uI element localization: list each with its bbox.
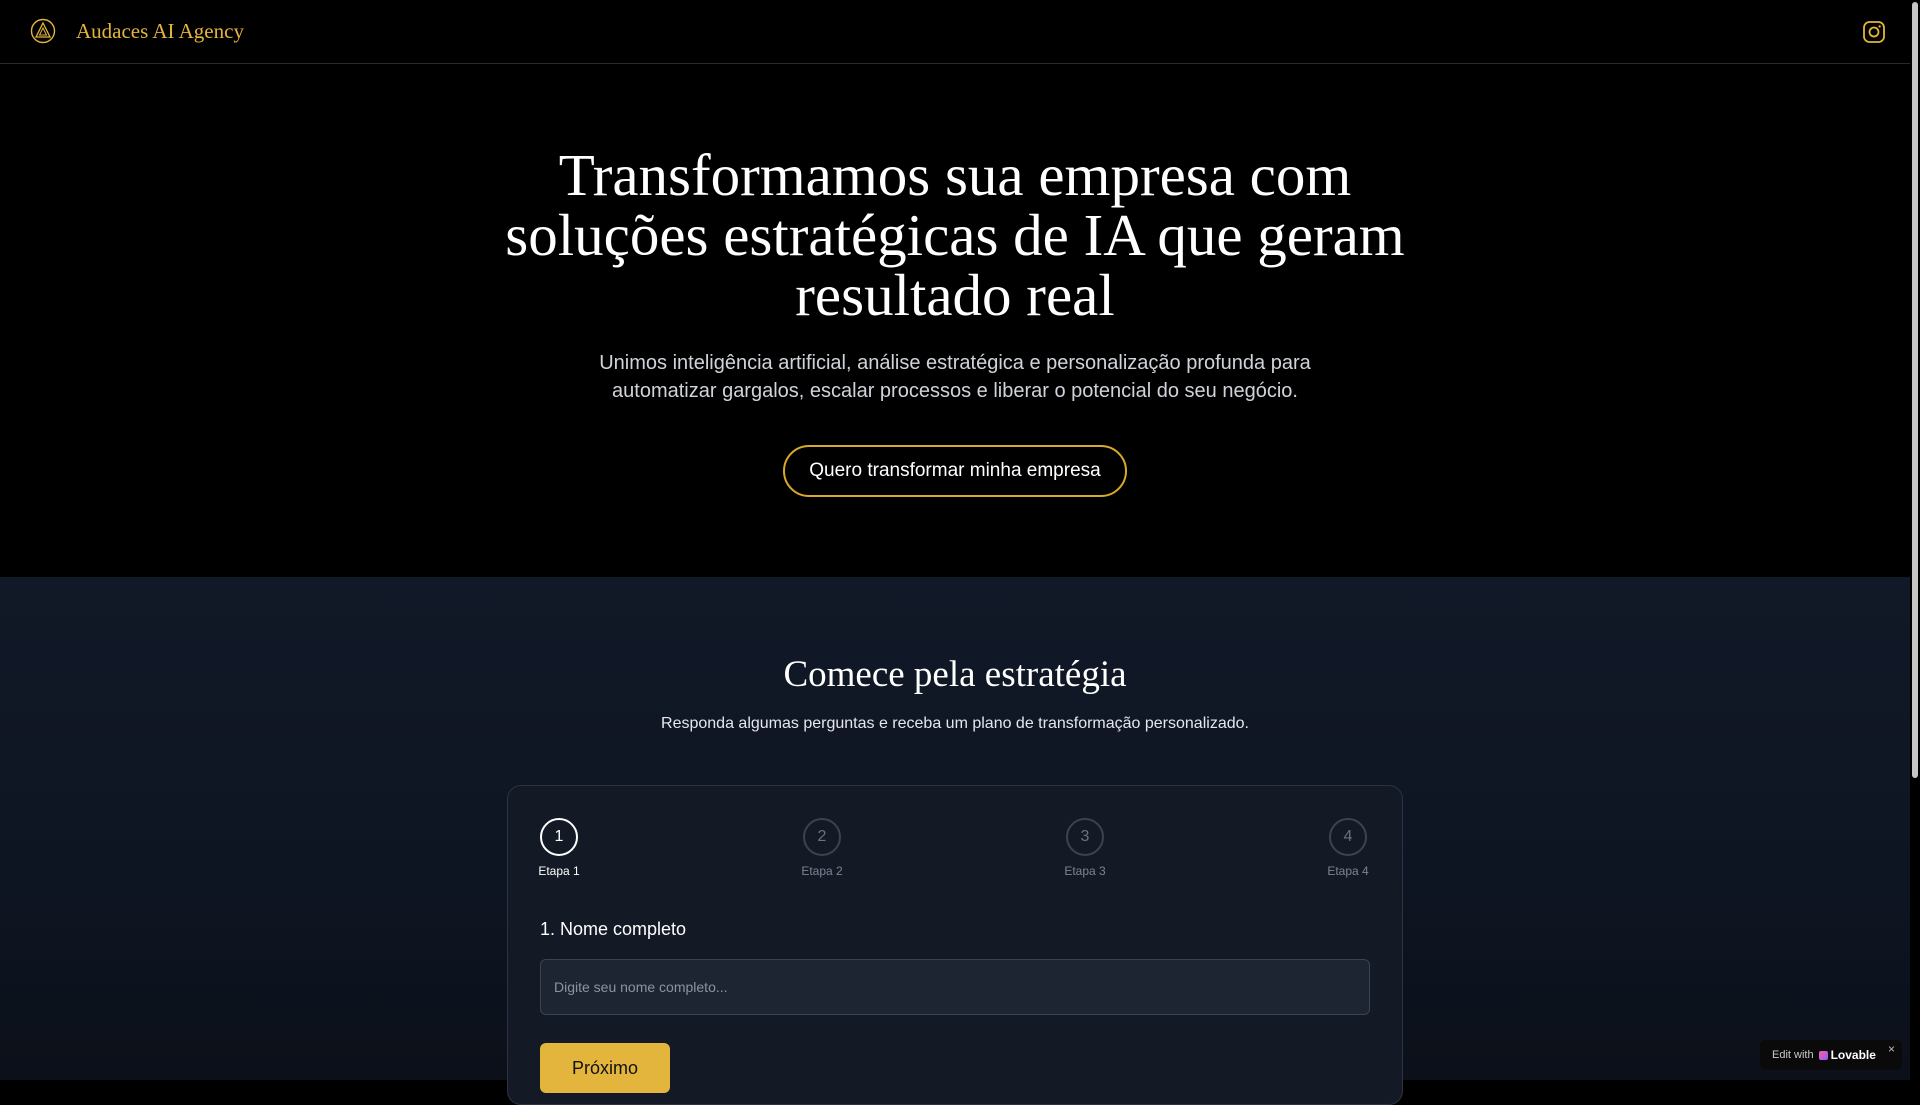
strategy-section: Comece pela estratégia Responda algumas … [0, 577, 1910, 1105]
step-4-label: Etapa 4 [1327, 864, 1369, 878]
step-1-circle[interactable]: 1 [540, 818, 578, 856]
vertical-scrollbar[interactable] [1910, 0, 1920, 1080]
scrollbar-thumb[interactable] [1912, 2, 1918, 778]
close-icon[interactable]: × [1888, 1042, 1895, 1056]
step-1[interactable]: 1 Etapa 1 [529, 818, 589, 878]
step-4-circle[interactable]: 4 [1329, 818, 1367, 856]
brand-name[interactable]: Audaces AI Agency [76, 19, 244, 44]
next-button[interactable]: Próximo [540, 1043, 670, 1093]
triangle-emblem-icon[interactable] [30, 18, 56, 44]
hero-section: Transformamos sua empresa com soluções e… [0, 65, 1910, 577]
hero-title: Transformamos sua empresa com soluções e… [505, 142, 1405, 328]
edit-with-lovable-badge[interactable]: Edit with Lovable [1760, 1040, 1902, 1070]
step-1-label: Etapa 1 [538, 864, 580, 878]
full-name-question: 1. Nome completo [540, 919, 687, 939]
lovable-brand-text: Lovable [1830, 1048, 1876, 1062]
step-4[interactable]: 4 Etapa 4 [1318, 818, 1378, 878]
step-3[interactable]: 3 Etapa 3 [1055, 818, 1115, 878]
instagram-icon[interactable] [1862, 20, 1886, 44]
step-3-circle[interactable]: 3 [1066, 818, 1104, 856]
step-3-label: Etapa 3 [1064, 864, 1106, 878]
strategy-subtitle: Responda algumas perguntas e receba um p… [661, 715, 1249, 732]
lovable-logo: Lovable [1818, 1048, 1876, 1062]
step-2-circle[interactable]: 2 [803, 818, 841, 856]
top-navbar: Audaces AI Agency [0, 0, 1910, 64]
questionnaire-card: 1 Etapa 1 2 Etapa 2 3 Etapa 3 4 Etapa 4 … [507, 785, 1403, 1105]
hero-subtitle: Unimos inteligência artificial, análise … [599, 352, 1311, 402]
full-name-input[interactable] [540, 959, 1370, 1015]
step-2[interactable]: 2 Etapa 2 [792, 818, 852, 878]
transform-company-button[interactable]: Quero transformar minha empresa [783, 445, 1127, 497]
badge-prefix: Edit with [1772, 1049, 1814, 1061]
lovable-heart-icon [1818, 1050, 1828, 1060]
strategy-title: Comece pela estratégia [783, 654, 1127, 695]
step-2-label: Etapa 2 [801, 864, 843, 878]
